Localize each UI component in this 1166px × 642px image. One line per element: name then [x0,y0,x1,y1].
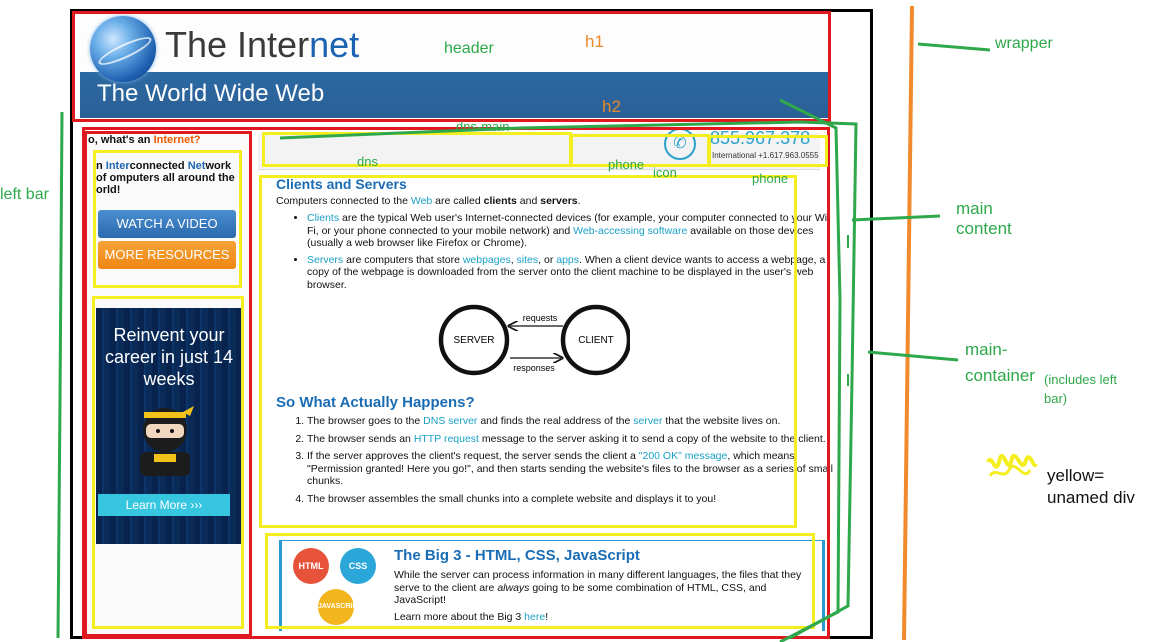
annotation-includes-2: bar) [1044,391,1068,406]
annotation-phone: phone [608,157,645,172]
annotation-left-bar: left bar [0,186,49,203]
annotation-phone-2: phone [752,171,789,186]
annotation-h2: h2 [602,97,621,116]
annotation-dns: dns [357,154,378,169]
phone-number-outline [708,135,828,167]
annotation-main-container-2: container [965,366,1035,385]
header-outline [72,11,831,122]
annotation-h1: h1 [585,32,604,51]
annotation-wrapper: wrapper [995,35,1053,52]
left-bar-top-div-outline [93,150,242,288]
dns-outline [262,132,572,167]
annotation-icon: icon [653,165,677,180]
annotation-legend: yellow= unamed div [1047,466,1135,507]
annotation-includes: (includes left [1044,372,1117,387]
annotation-main-container: main- [965,340,1008,359]
big3-div-outline [265,533,815,629]
annotation-main-content: main content [956,199,1012,238]
left-bar-ad-div-outline [92,296,244,629]
annotation-dns-main: dns-main [456,119,510,134]
main-text-div-outline [259,175,797,528]
annotation-header: header [444,40,494,57]
